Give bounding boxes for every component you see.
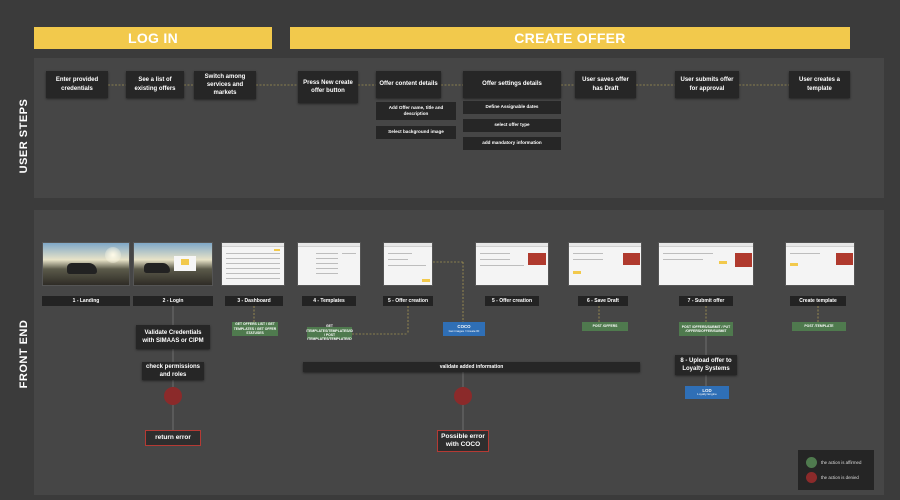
coco-system-box: COCO Get images / Create ID <box>443 322 485 336</box>
legend-affirmed: the action is affirmed <box>806 457 861 468</box>
legend-affirmed-label: the action is affirmed <box>821 460 862 465</box>
upload-offer-box: 8 - Upload offer to Loyalty Systems <box>675 355 737 375</box>
fe-step-offer-creation-1: 5 - Offer creation <box>383 296 433 306</box>
check-permissions-box: check permissions and roles <box>142 362 204 380</box>
step-switch-services: Switch among services and markets <box>194 71 256 99</box>
offer-creation-screenshot-1 <box>383 242 433 286</box>
fe-step-offer-creation-2: 5 - Offer creation <box>485 296 539 306</box>
denied-marker-coco <box>454 387 472 405</box>
step-enter-credentials: Enter provided credentials <box>46 71 108 98</box>
validate-info-bar: validate added information <box>303 362 640 372</box>
templates-screenshot <box>297 242 361 286</box>
legend-denied: the action is denied <box>806 472 859 483</box>
step-settings-details: Offer settings details <box>463 71 561 98</box>
substep-add-name: Add Offer name, title and description <box>376 102 456 120</box>
substep-select-type: select offer type <box>463 119 561 132</box>
landing-screenshot <box>42 242 130 286</box>
api-template-box: POST /TEMPLATE <box>792 322 846 331</box>
create-template-screenshot <box>785 242 855 286</box>
fe-step-landing: 1 - Landing <box>42 296 130 306</box>
step-content-details: Offer content details <box>376 71 441 98</box>
step-creates-template: User creates a template <box>789 71 850 98</box>
coco-subtitle: Get images / Create ID <box>448 328 480 333</box>
api-templates-box: GET /TEMPLATES/TEMPLATES/ID / POST /TEMP… <box>306 324 353 341</box>
save-draft-screenshot <box>568 242 642 286</box>
submit-offer-screenshot <box>658 242 754 286</box>
fe-step-create-template: Create template <box>790 296 846 306</box>
step-saves-draft: User saves offer has Draft <box>575 71 636 98</box>
legend-affirmed-swatch <box>806 457 817 468</box>
step-press-new-offer: Press New create offer button <box>298 71 358 103</box>
legend-denied-swatch <box>806 472 817 483</box>
validate-credentials-box: Validate Credentials with SIMAAS or CIPM <box>136 325 210 349</box>
api-submit-box: POST /OFFERS/SUBMIT / PUT /OFFERS/OFFER/… <box>679 322 733 336</box>
lod-system-box: LOD Loyalty Engine <box>685 386 729 399</box>
substep-select-bg: Select background image <box>376 126 456 139</box>
substep-add-mandatory: add mandatory information <box>463 137 561 150</box>
denied-marker-login <box>164 387 182 405</box>
offer-creation-screenshot-2 <box>475 242 549 286</box>
login-screenshot <box>133 242 213 286</box>
fe-step-templates: 4 - Templates <box>302 296 356 306</box>
step-submits-approval: User submits offer for approval <box>675 71 739 98</box>
possible-error-box: Possible error with COCO <box>437 430 489 452</box>
return-error-box: return error <box>145 430 201 446</box>
legend-denied-label: the action is denied <box>821 475 859 480</box>
substep-define-dates: Define Assignable dates <box>463 101 561 114</box>
fe-step-login: 2 - Login <box>133 296 213 306</box>
fe-step-save-draft: 6 - Save Draft <box>578 296 628 306</box>
lod-subtitle: Loyalty Engine <box>697 392 717 397</box>
fe-step-submit-offer: 7 - Submit offer <box>679 296 733 306</box>
dashboard-screenshot <box>221 242 285 286</box>
api-draft-box: POST /OFFERS <box>582 322 628 331</box>
api-dashboard-box: GET OFFERS LIST / GET TEMPLATES / GET OF… <box>232 322 278 336</box>
legend: the action is affirmed the action is den… <box>798 450 874 490</box>
step-see-offers: See a list of existing offers <box>126 71 184 98</box>
fe-step-dashboard: 3 - Dashboard <box>225 296 283 306</box>
